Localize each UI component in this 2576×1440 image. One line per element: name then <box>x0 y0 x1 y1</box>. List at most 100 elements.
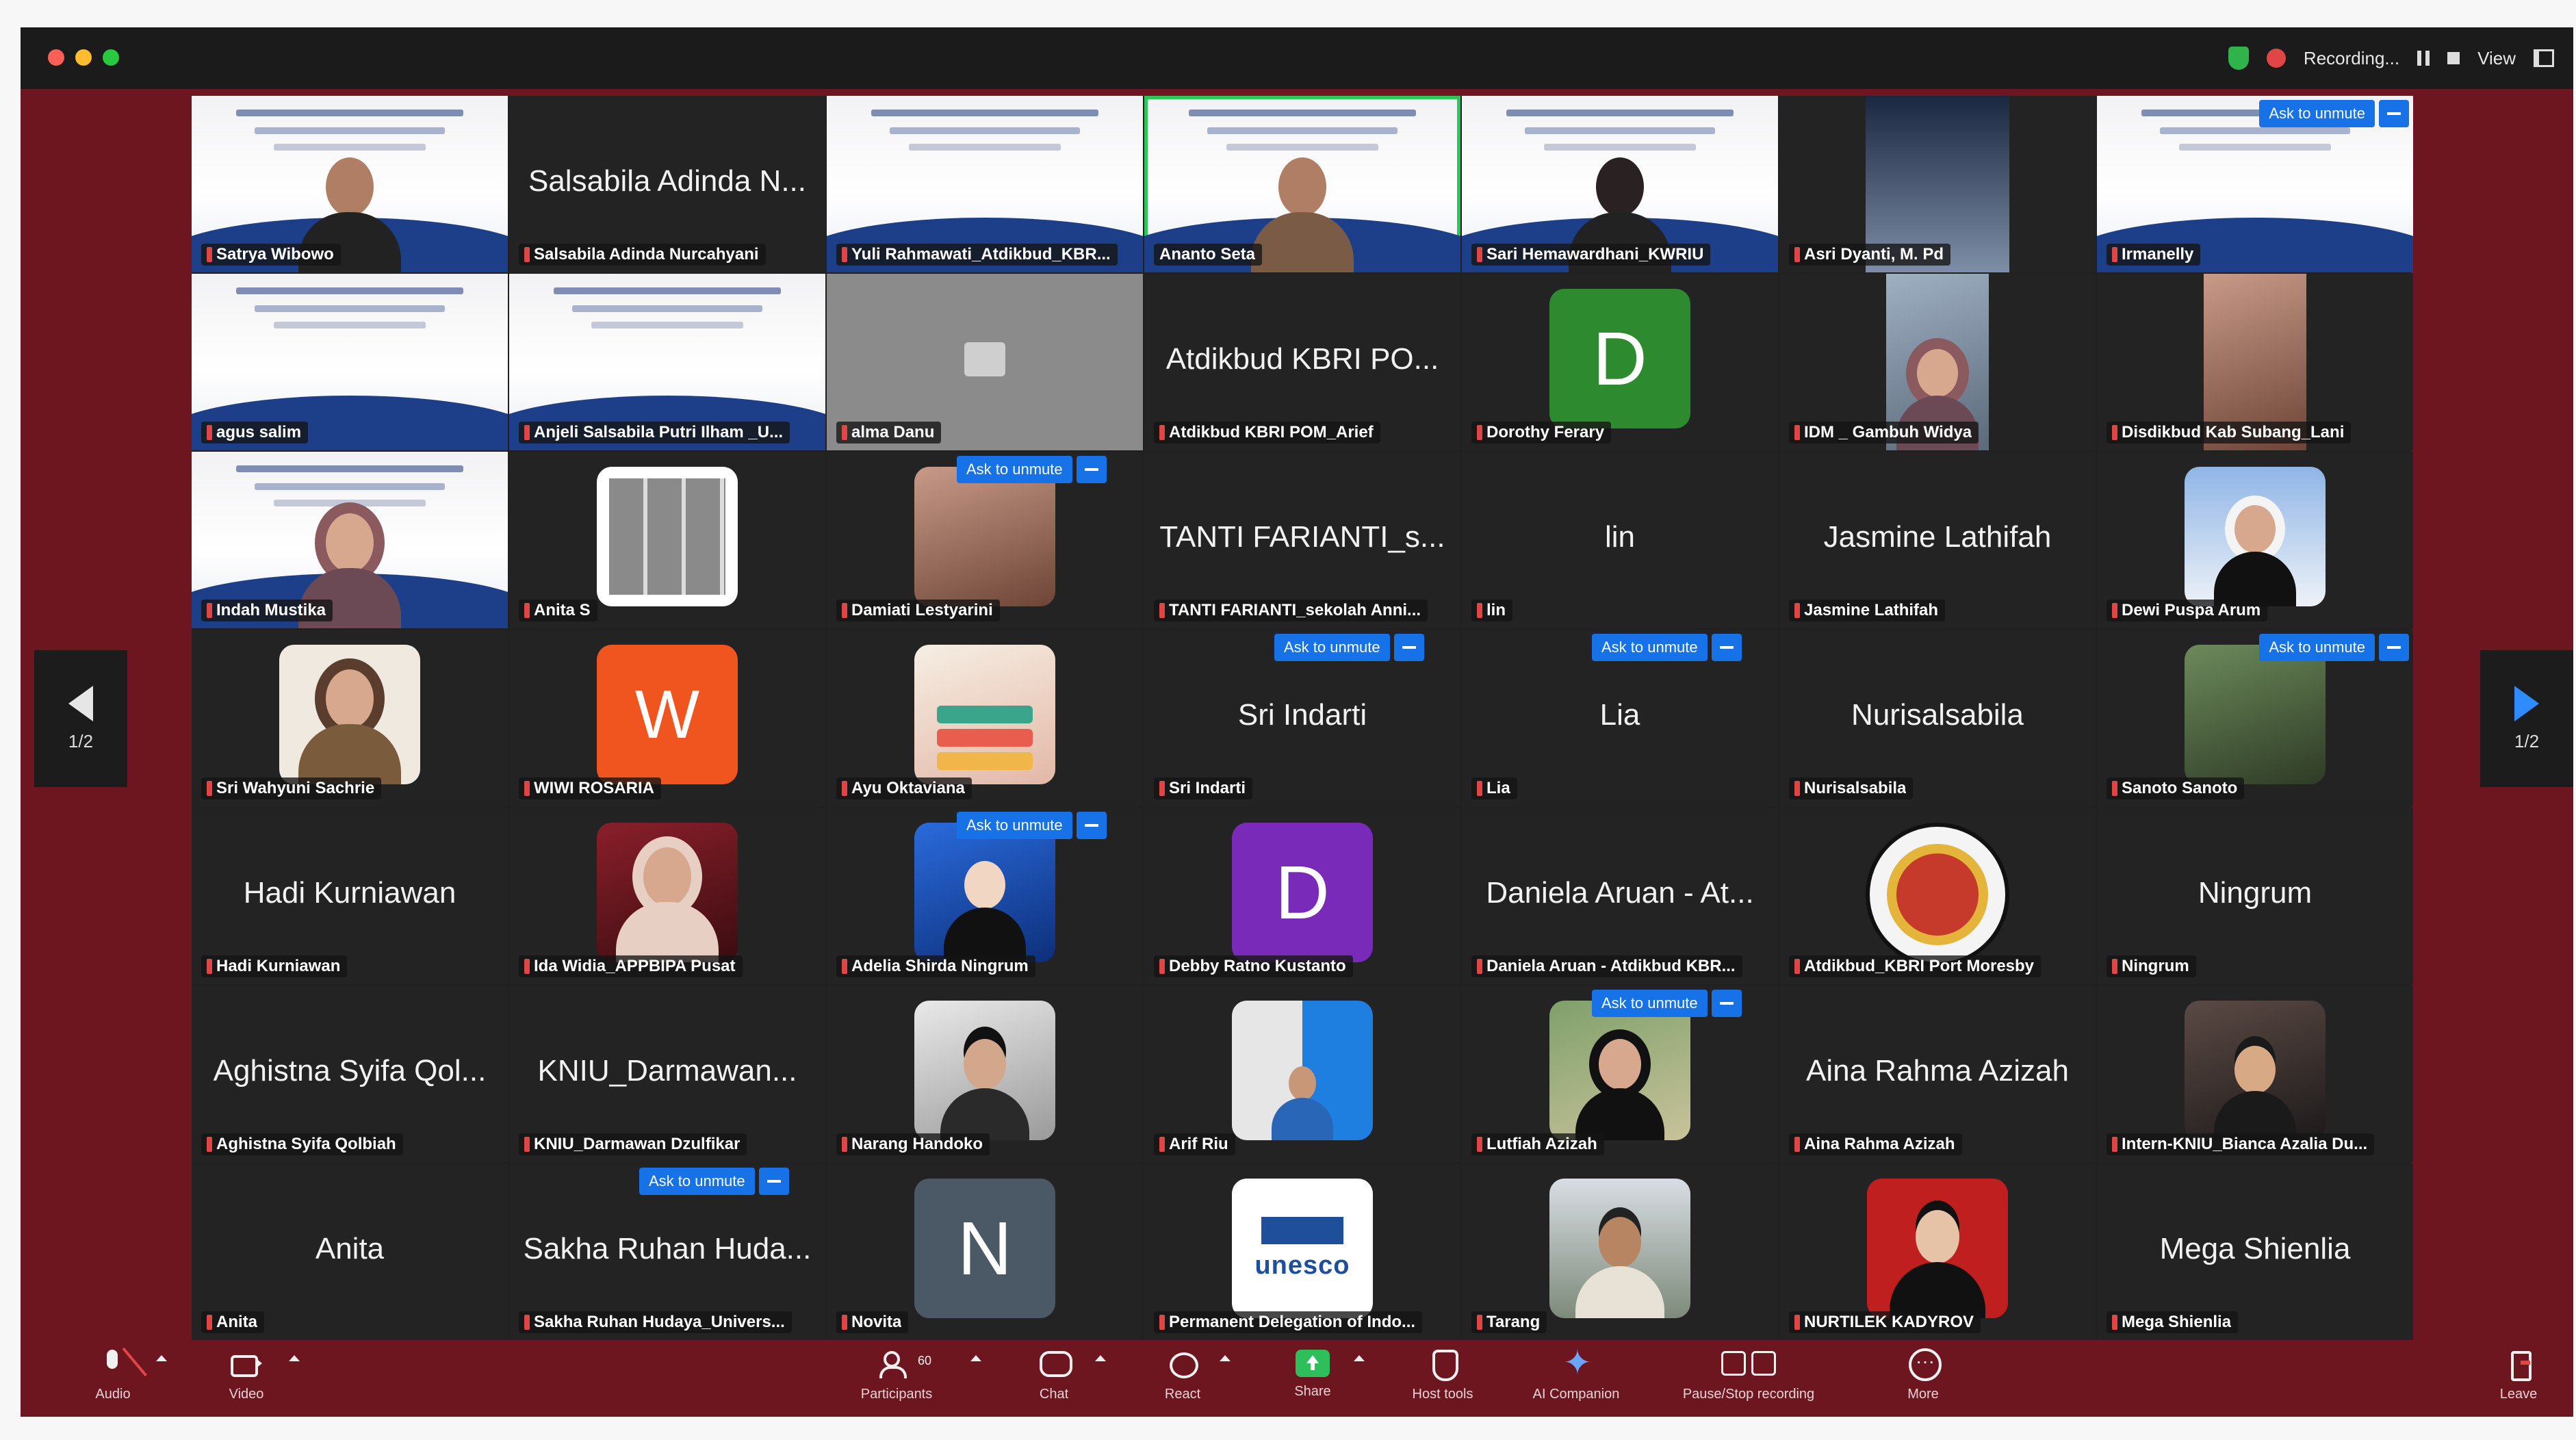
participant-tile[interactable]: Ayu Oktaviana <box>827 630 1143 806</box>
ask-to-unmute-button[interactable]: Ask to unmute <box>639 1168 755 1195</box>
participant-tile[interactable]: D Debby Ratno Kustanto <box>1144 808 1460 984</box>
participant-tile[interactable]: Atdikbud_KBRI Port Moresby <box>1779 808 2096 984</box>
participant-tile[interactable]: Indah Mustika <box>192 452 508 628</box>
participant-tile[interactable]: lin lin <box>1462 452 1778 628</box>
more-options-icon[interactable] <box>1076 456 1107 483</box>
participant-tile[interactable]: Yuli Rahmawati_Atdikbud_KBR... <box>827 96 1143 272</box>
participant-name-label: agus salim <box>201 422 309 443</box>
participant-tile[interactable]: Sri Wahyuni Sachrie <box>192 630 508 806</box>
participant-tile[interactable]: Atdikbud KBRI PO... Atdikbud KBRI POM_Ar… <box>1144 274 1460 450</box>
participant-tile[interactable]: Aina Rahma Azizah Aina Rahma Azizah <box>1779 986 2096 1162</box>
participant-avatar <box>1232 1001 1373 1140</box>
chat-options-caret[interactable] <box>1095 1355 1106 1361</box>
participant-tile[interactable]: Ask to unmute Damiati Lestyarini <box>827 452 1143 628</box>
participant-tile[interactable]: Satrya Wibowo <box>192 96 508 272</box>
more-options-icon[interactable] <box>1076 812 1107 839</box>
participant-tile[interactable]: Dewi Puspa Arum <box>2097 452 2413 628</box>
participant-tile[interactable]: N Novita <box>827 1163 1143 1340</box>
participant-tile[interactable]: Ningrum Ningrum <box>2097 808 2413 984</box>
participants-button[interactable]: 60 Participants <box>838 1347 955 1413</box>
ask-to-unmute-button[interactable]: Ask to unmute <box>1274 634 1390 661</box>
participants-options-caret[interactable] <box>970 1355 981 1361</box>
participant-tile[interactable]: Arif Riu <box>1144 986 1460 1162</box>
participant-tile[interactable]: Sari Hemawardhani_KWRIU <box>1462 96 1778 272</box>
more-options-icon[interactable] <box>2379 100 2409 127</box>
more-button[interactable]: More <box>1865 1347 1981 1413</box>
participant-tile[interactable]: Nurisalsabila Nurisalsabila <box>1779 630 2096 806</box>
participant-tile[interactable]: Hadi Kurniawan Hadi Kurniawan <box>192 808 508 984</box>
participant-tile[interactable]: KNIU_Darmawan... KNIU_Darmawan Dzulfikar <box>509 986 825 1162</box>
more-options-icon[interactable] <box>2379 634 2409 661</box>
video-options-caret[interactable] <box>289 1355 300 1361</box>
participant-tile[interactable]: TANTI FARIANTI_s... TANTI FARIANTI_sekol… <box>1144 452 1460 628</box>
participant-tile[interactable]: Mega Shienlia Mega Shienlia <box>2097 1163 2413 1340</box>
audio-options-caret[interactable] <box>156 1355 167 1361</box>
participant-tile[interactable]: D Dorothy Ferary <box>1462 274 1778 450</box>
participant-tile[interactable]: Anita Anita <box>192 1163 508 1340</box>
participant-tile[interactable]: Tarang <box>1462 1163 1778 1340</box>
participant-tile[interactable]: Anita S <box>509 452 825 628</box>
gallery-view-icon[interactable] <box>2534 49 2554 67</box>
host-tools-button[interactable]: Host tools <box>1384 1347 1501 1413</box>
mic-muted-icon <box>2112 425 2117 440</box>
participant-tile[interactable]: Asri Dyanti, M. Pd <box>1779 96 2096 272</box>
ask-to-unmute-button[interactable]: Ask to unmute <box>1592 634 1708 661</box>
participant-tile[interactable]: agus salim <box>192 274 508 450</box>
more-options-icon[interactable] <box>1711 990 1742 1017</box>
participant-tile[interactable]: Intern-KNIU_Bianca Azalia Du... <box>2097 986 2413 1162</box>
minimize-window-button[interactable] <box>75 49 92 66</box>
next-page-button[interactable]: 1/2 <box>2480 650 2573 787</box>
view-button[interactable]: View <box>2477 48 2516 69</box>
more-options-icon[interactable] <box>1393 634 1424 661</box>
audio-button[interactable]: Audio <box>55 1347 171 1413</box>
security-shield-icon[interactable] <box>2228 47 2249 70</box>
share-options-caret[interactable] <box>1354 1355 1365 1361</box>
participant-tile[interactable]: Ask to unmute Irmanelly <box>2097 96 2413 272</box>
participant-name-label: lin <box>1471 600 1512 621</box>
pause-stop-recording-button[interactable]: Pause/Stop recording <box>1666 1347 1831 1413</box>
participant-name-label: Anita S <box>519 600 597 621</box>
stop-recording-icon[interactable] <box>2447 52 2460 64</box>
video-button[interactable]: Video <box>188 1347 305 1413</box>
participant-tile[interactable]: alma Danu <box>827 274 1143 450</box>
mic-muted-icon <box>1159 1315 1165 1330</box>
participant-tile[interactable]: unesco Permanent Delegation of Indo... <box>1144 1163 1460 1340</box>
previous-page-button[interactable]: 1/2 <box>34 650 127 787</box>
participant-tile[interactable]: Jasmine Lathifah Jasmine Lathifah <box>1779 452 2096 628</box>
more-options-icon[interactable] <box>758 1168 789 1195</box>
ask-to-unmute-button[interactable]: Ask to unmute <box>1592 990 1708 1017</box>
participant-tile[interactable]: Daniela Aruan - At... Daniela Aruan - At… <box>1462 808 1778 984</box>
participant-tile[interactable]: Narang Handoko <box>827 986 1143 1162</box>
participant-tile[interactable]: Disdikbud Kab Subang_Lani <box>2097 274 2413 450</box>
participant-tile[interactable]: Ask to unmute Lutfiah Azizah <box>1462 986 1778 1162</box>
participant-tile[interactable]: Ask to unmute Sanoto Sanoto <box>2097 630 2413 806</box>
ask-to-unmute-button[interactable]: Ask to unmute <box>957 456 1072 483</box>
zoom-window-button[interactable] <box>103 49 119 66</box>
ai-companion-button[interactable]: AI Companion <box>1518 1343 1634 1413</box>
participant-tile[interactable]: NURTILEK KADYROV <box>1779 1163 2096 1340</box>
participant-tile[interactable]: Salsabila Adinda N... Salsabila Adinda N… <box>509 96 825 272</box>
pause-recording-icon[interactable] <box>2417 51 2430 66</box>
participant-tile[interactable]: Aghistna Syifa Qol... Aghistna Syifa Qol… <box>192 986 508 1162</box>
mic-muted-icon <box>1477 247 1482 262</box>
mic-muted-icon <box>524 1137 530 1152</box>
participant-tile[interactable]: Ask to unmute Sri Indarti Sri Indarti <box>1144 630 1460 806</box>
ask-to-unmute-button[interactable]: Ask to unmute <box>2259 100 2375 127</box>
ask-to-unmute-button[interactable]: Ask to unmute <box>2259 634 2375 661</box>
more-options-icon[interactable] <box>1711 634 1742 661</box>
participant-tile[interactable]: W WIWI ROSARIA <box>509 630 825 806</box>
participant-tile[interactable]: Ask to unmute Sakha Ruhan Huda... Sakha … <box>509 1163 825 1340</box>
participant-tile[interactable]: Anjeli Salsabila Putri Ilham _U... <box>509 274 825 450</box>
participant-tile[interactable]: Ask to unmute Adelia Shirda Ningrum <box>827 808 1143 984</box>
participant-name-label: Ayu Oktaviana <box>836 777 972 799</box>
participant-tile[interactable]: Ask to unmute Lia Lia <box>1462 630 1778 806</box>
participant-tile[interactable]: IDM _ Gambuh Widya <box>1779 274 2096 450</box>
close-window-button[interactable] <box>48 49 64 66</box>
ask-to-unmute-button[interactable]: Ask to unmute <box>957 812 1072 839</box>
participant-tile[interactable]: Ida Widia_APPBIPA Pusat <box>509 808 825 984</box>
participant-tile-active-speaker[interactable]: Ananto Seta <box>1144 96 1460 272</box>
participant-name-label: Permanent Delegation of Indo... <box>1154 1311 1423 1333</box>
leave-button[interactable]: Leave <box>2460 1347 2573 1413</box>
react-options-caret[interactable] <box>1220 1355 1231 1361</box>
participant-display-name: Aina Rahma Azizah <box>1806 1054 2069 1088</box>
